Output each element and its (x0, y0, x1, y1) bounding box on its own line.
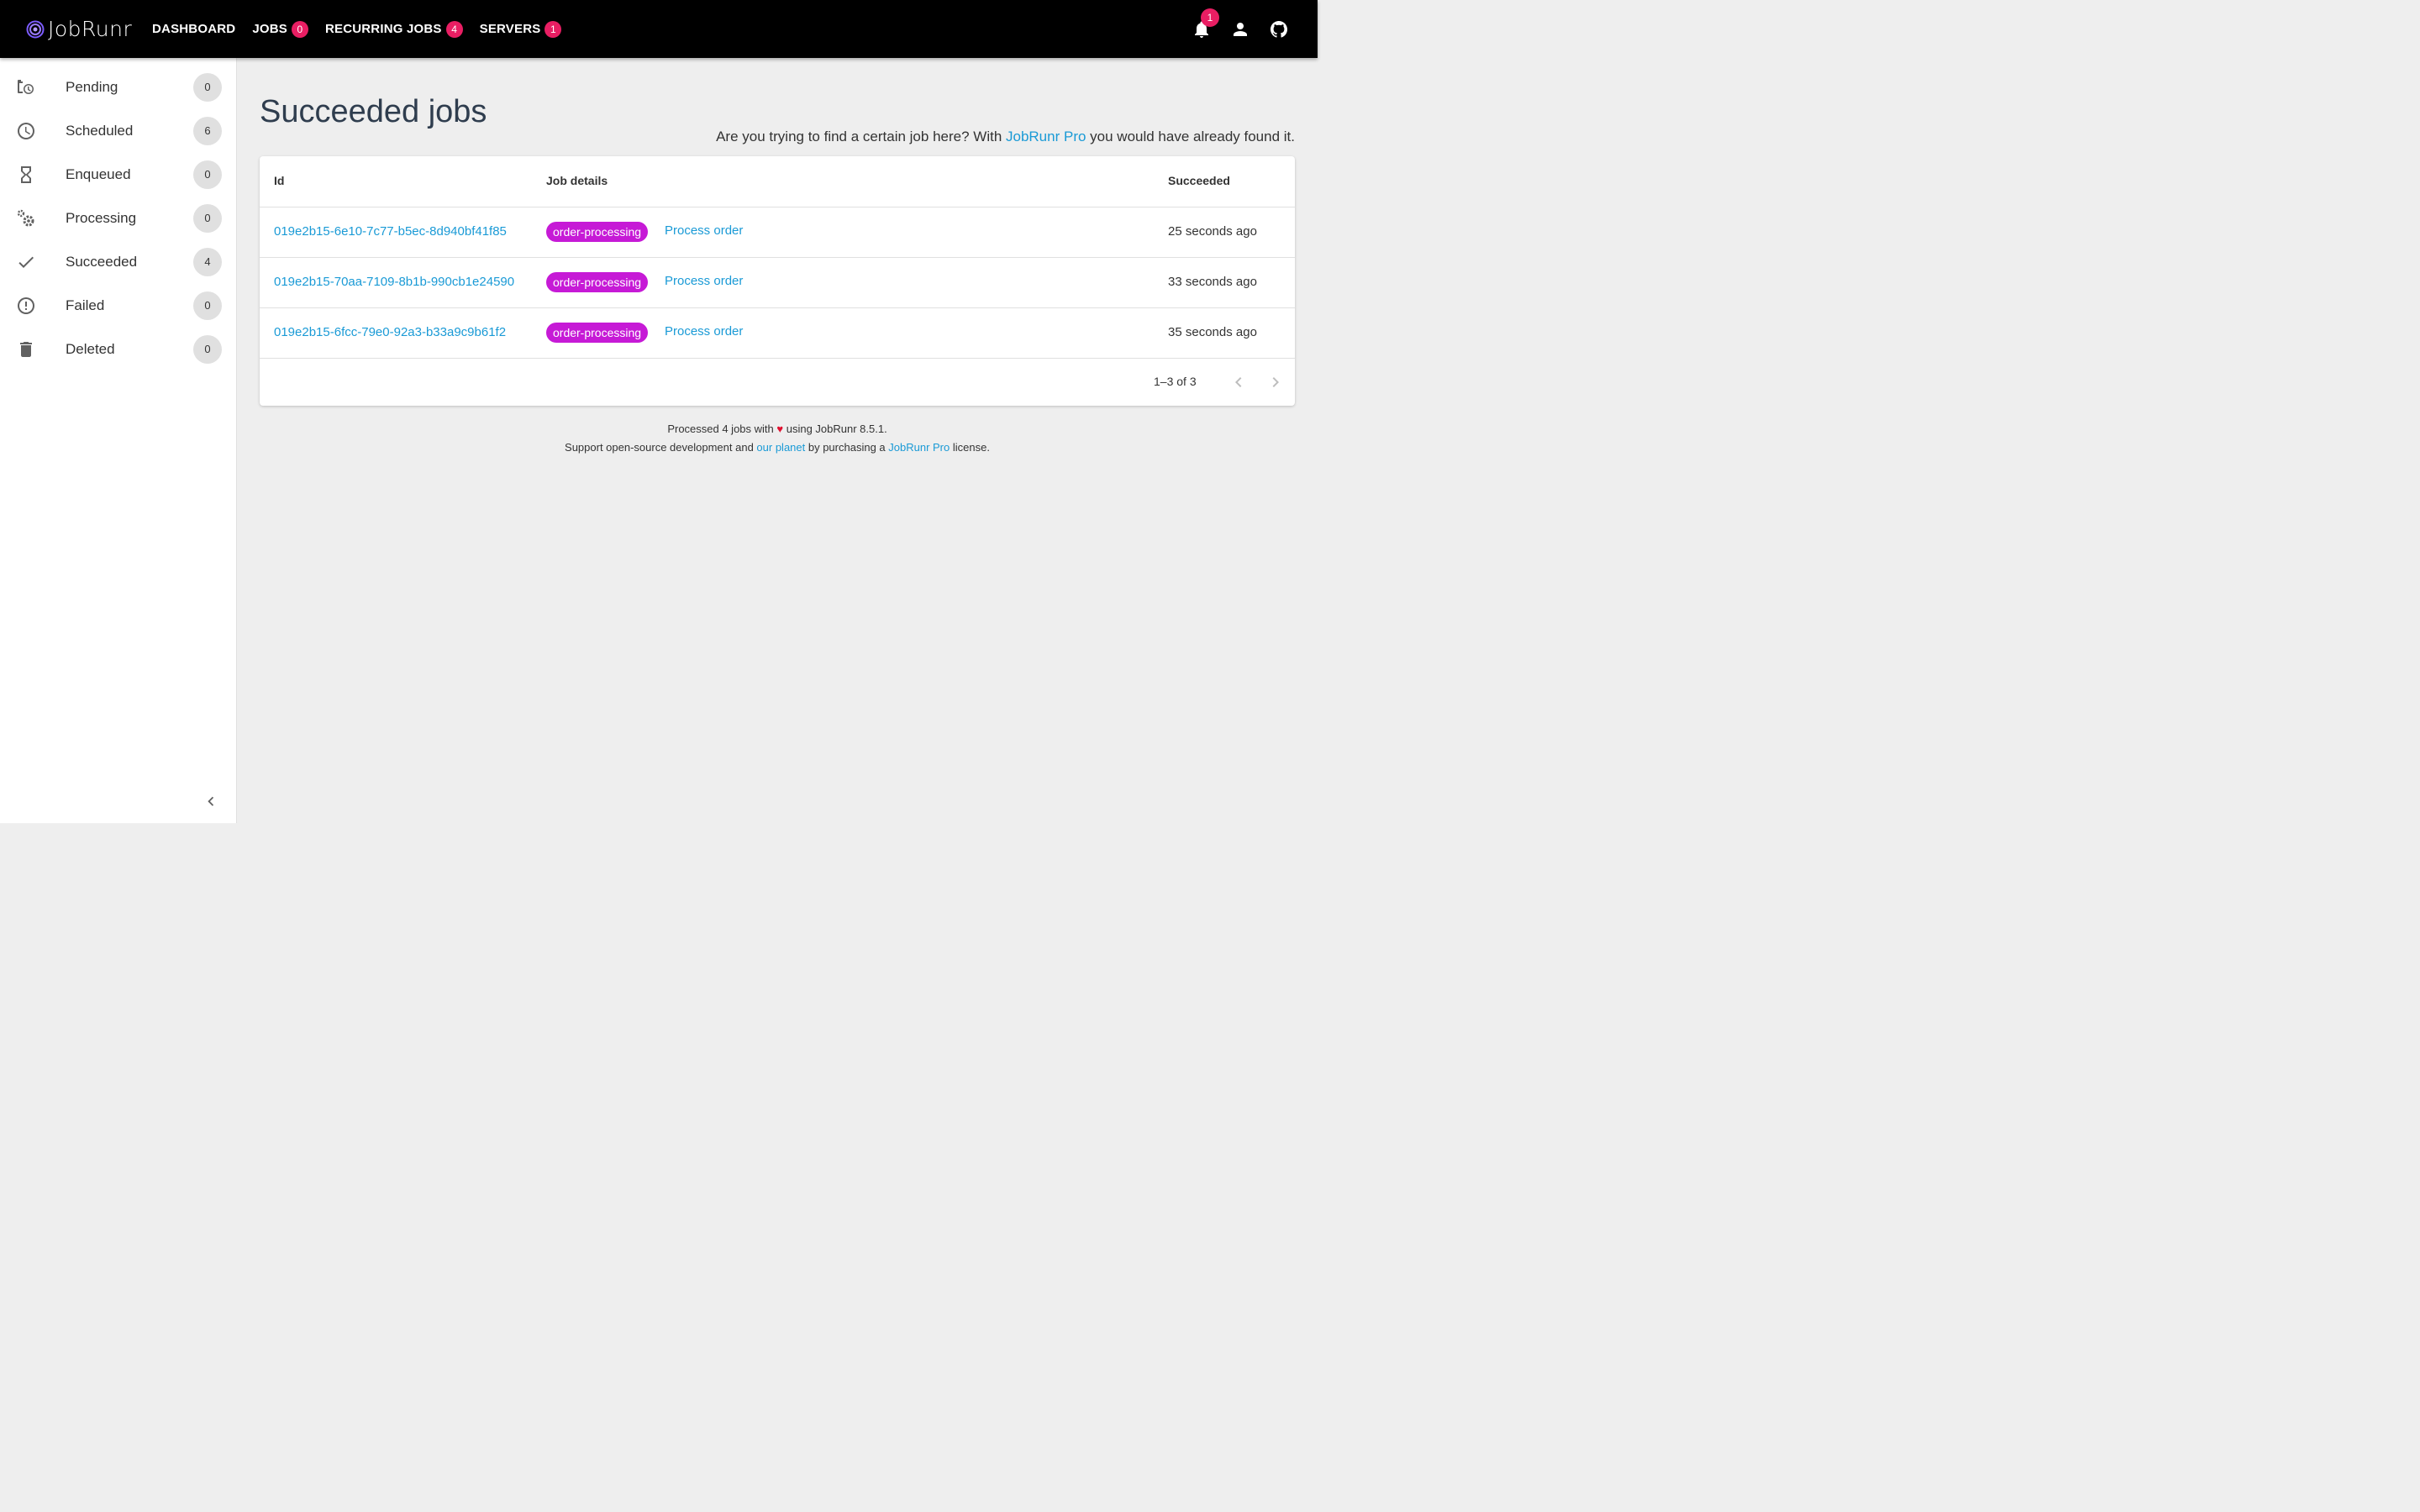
jobrunr-logo[interactable]: JobRunr (26, 17, 135, 41)
sidebar-item-pending[interactable]: Pending 0 (0, 66, 237, 109)
jobrunr-spiral-icon (26, 20, 45, 38)
recurring-jobs-count-badge: 4 (445, 20, 463, 38)
sidebar: Pending 0 Scheduled 6 Enqueued 0 Process… (0, 58, 237, 823)
nav-recurring-jobs-label: RECURRING JOBS (324, 22, 442, 36)
table-header: Id Job details Succeeded (260, 156, 1295, 207)
sidebar-item-scheduled[interactable]: Scheduled 6 (0, 109, 237, 153)
sidebar-item-count: 6 (193, 117, 222, 145)
job-name-link[interactable]: Process order (665, 223, 743, 238)
footer-processed-text: Processed 4 jobs with (667, 423, 777, 435)
table-pagination: 1–3 of 3 (260, 358, 1295, 406)
pro-hint-prefix: Are you trying to find a certain job her… (716, 129, 1006, 144)
hourglass-icon (21, 166, 31, 183)
next-page-button[interactable] (1265, 372, 1286, 392)
footer-line-1: Processed 4 jobs with ♥ using JobRunr 8.… (260, 423, 1295, 435)
sidebar-item-count: 0 (193, 291, 222, 320)
succeeded-time: 35 seconds ago (1168, 325, 1257, 339)
sidebar-item-count: 0 (193, 73, 222, 102)
github-button[interactable] (1269, 19, 1289, 39)
nav-recurring-jobs[interactable]: RECURRING JOBS 4 (324, 20, 463, 38)
nav-jobs[interactable]: JOBS 0 (252, 20, 308, 38)
account-button[interactable] (1230, 19, 1250, 39)
footer-support-text: Support open-source development and (565, 441, 757, 454)
job-id-link[interactable]: 019e2b15-70aa-7109-8b1b-990cb1e24590 (274, 275, 514, 289)
sidebar-item-count: 0 (193, 160, 222, 189)
table-row[interactable]: 019e2b15-6fcc-79e0-92a3-b33a9c9b61f2 ord… (260, 307, 1295, 359)
pro-hint-suffix: you would have already found it. (1086, 129, 1295, 144)
footer-purchase-text: by purchasing a (805, 441, 889, 454)
sidebar-item-label: Pending (66, 79, 118, 95)
jobs-count-badge: 0 (291, 20, 308, 38)
logo-text: JobRunr (48, 17, 133, 41)
sidebar-item-count: 0 (193, 335, 222, 364)
jobs-table-card: Id Job details Succeeded 019e2b15-6e10-7… (260, 156, 1295, 406)
notifications-button[interactable]: 1 (1192, 8, 1219, 39)
check-icon (18, 256, 34, 268)
table-row[interactable]: 019e2b15-70aa-7109-8b1b-990cb1e24590 ord… (260, 257, 1295, 308)
sidebar-item-label: Processing (66, 210, 137, 226)
footer-license-text: license. (950, 441, 990, 454)
top-actions: 1 (1173, 0, 1289, 58)
sidebar-item-succeeded[interactable]: Succeeded 4 (0, 240, 237, 284)
chevron-left-icon (1235, 377, 1242, 387)
sidebar-item-failed[interactable]: Failed 0 (0, 284, 237, 328)
job-label-tag: order-processing (546, 272, 649, 292)
sidebar-item-label: Deleted (66, 341, 115, 357)
clock-icon (18, 123, 34, 139)
job-id-link[interactable]: 019e2b15-6e10-7c77-b5ec-8d940bf41f85 (274, 224, 507, 239)
sidebar-item-count: 0 (193, 204, 222, 233)
trash-icon (20, 342, 32, 357)
person-icon (1234, 22, 1247, 36)
succeeded-time: 33 seconds ago (1168, 275, 1257, 289)
chevron-left-icon (208, 796, 214, 806)
job-label-tag: order-processing (546, 323, 649, 343)
sidebar-item-label: Succeeded (66, 254, 138, 270)
job-name-link[interactable]: Process order (665, 324, 743, 339)
pending-clock-icon (18, 80, 34, 94)
footer-line-2: Support open-source development and our … (260, 441, 1295, 454)
nav-servers[interactable]: SERVERS 1 (479, 20, 562, 38)
nav-servers-label: SERVERS (479, 22, 541, 36)
servers-count-badge: 1 (544, 20, 562, 38)
our-planet-link[interactable]: our planet (756, 441, 805, 454)
notifications-badge: 1 (1201, 8, 1219, 27)
sidebar-item-label: Enqueued (66, 166, 131, 182)
gears-icon (17, 209, 34, 227)
sidebar-item-processing[interactable]: Processing 0 (0, 197, 237, 240)
footer-version-text: using JobRunr 8.5.1. (783, 423, 887, 435)
sidebar-item-count: 4 (193, 248, 222, 276)
nav-dashboard[interactable]: DASHBOARD (152, 22, 235, 36)
table-row[interactable]: 019e2b15-6e10-7c77-b5ec-8d940bf41f85 ord… (260, 207, 1295, 258)
column-header-id: Id (274, 174, 285, 187)
nav-dashboard-label: DASHBOARD (152, 22, 236, 36)
column-header-succeeded: Succeeded (1168, 174, 1230, 187)
github-icon (1270, 20, 1287, 38)
page-title: Succeeded jobs (260, 94, 487, 129)
top-app-bar: JobRunr DASHBOARD JOBS 0 RECURRING JOBS … (0, 0, 1318, 58)
alert-circle-icon (18, 297, 34, 314)
column-header-job-details: Job details (546, 174, 608, 187)
succeeded-time: 25 seconds ago (1168, 224, 1257, 239)
job-name-link[interactable]: Process order (665, 274, 743, 288)
sidebar-item-label: Scheduled (66, 123, 134, 139)
pro-hint: Are you trying to find a certain job her… (716, 129, 1295, 145)
pagination-range: 1–3 of 3 (1154, 375, 1197, 388)
sidebar-item-enqueued[interactable]: Enqueued 0 (0, 153, 237, 197)
jobrunr-pro-link[interactable]: JobRunr Pro (1006, 129, 1086, 144)
sidebar-item-label: Failed (66, 297, 105, 313)
chevron-right-icon (1272, 377, 1279, 387)
previous-page-button[interactable] (1228, 372, 1249, 392)
job-label-tag: order-processing (546, 222, 649, 242)
footer-jobrunr-pro-link[interactable]: JobRunr Pro (888, 441, 950, 454)
heart-icon: ♥ (776, 423, 784, 435)
sidebar-item-deleted[interactable]: Deleted 0 (0, 328, 237, 371)
collapse-sidebar-button[interactable] (202, 792, 220, 811)
job-id-link[interactable]: 019e2b15-6fcc-79e0-92a3-b33a9c9b61f2 (274, 325, 506, 339)
nav-jobs-label: JOBS (252, 22, 287, 36)
